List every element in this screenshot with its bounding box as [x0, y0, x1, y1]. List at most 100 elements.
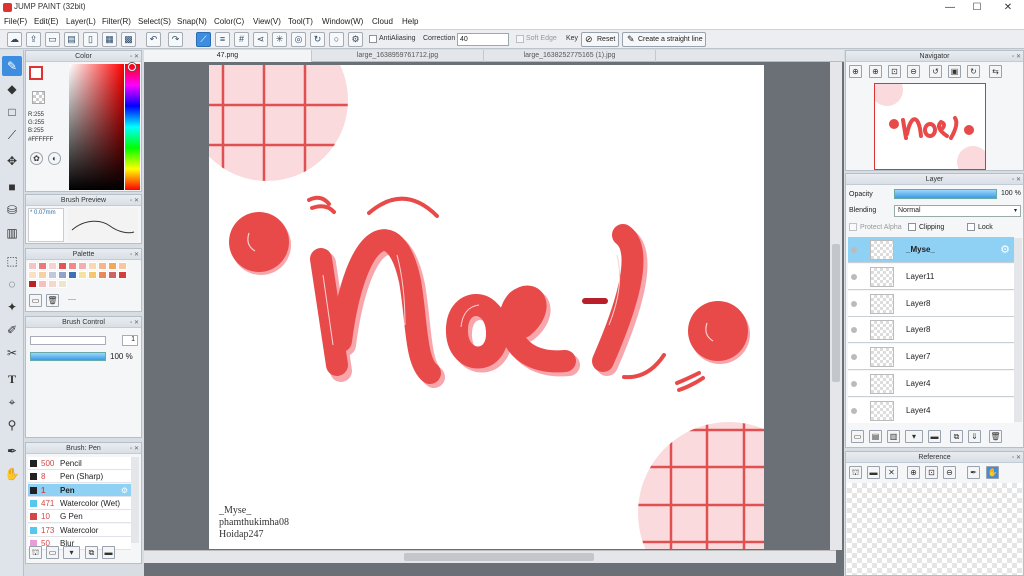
brush-folder-icon[interactable]: ▬: [102, 546, 115, 559]
brush-item[interactable]: 10 G Pen: [28, 510, 131, 524]
palette-swatch[interactable]: [108, 262, 117, 270]
hue-handle[interactable]: [128, 63, 136, 71]
snap-ellipse-icon[interactable]: ○: [329, 32, 344, 47]
merge-layer-icon[interactable]: ⇓: [968, 430, 981, 443]
brush-item[interactable]: 8 Pen (Sharp): [28, 470, 131, 484]
visibility-icon[interactable]: [851, 247, 857, 253]
brush-opacity-slider[interactable]: [30, 352, 106, 361]
rotate-right-icon[interactable]: ↻: [967, 65, 980, 78]
brush-tool-icon[interactable]: ✎: [2, 56, 22, 76]
layer-row[interactable]: Layer7: [848, 344, 1014, 371]
zoom-actual-icon[interactable]: ⊡: [888, 65, 901, 78]
new-file-icon[interactable]: ▭: [45, 32, 60, 47]
lasso-tool-icon[interactable]: ◌: [2, 274, 22, 294]
bucket-tool-icon[interactable]: ⛁: [2, 200, 22, 220]
reference-close-icon[interactable]: ✕: [885, 466, 898, 479]
straight-line-button[interactable]: ✎ Create a straight line: [622, 32, 706, 47]
brush-menu-icon[interactable]: ▾: [63, 546, 80, 559]
palette-swatch[interactable]: [28, 271, 37, 279]
menu-layer[interactable]: Layer(L): [66, 17, 96, 26]
palette-swatch[interactable]: [28, 280, 37, 288]
palette-swatch[interactable]: [78, 271, 87, 279]
palette-swatch[interactable]: [28, 262, 37, 270]
visibility-icon[interactable]: [851, 354, 857, 361]
rotate-left-icon[interactable]: ↺: [929, 65, 942, 78]
brush-new-icon[interactable]: ▭: [46, 546, 59, 559]
layer-row[interactable]: Layer11: [848, 263, 1014, 290]
transparent-swatch[interactable]: [32, 91, 45, 104]
layer-row[interactable]: Layer4: [848, 371, 1014, 397]
correction-input[interactable]: 40: [457, 33, 509, 46]
palette-swatch[interactable]: [88, 262, 97, 270]
text-tool-icon[interactable]: T: [2, 369, 22, 389]
brush-item[interactable]: 471 Watercolor (Wet): [28, 496, 131, 510]
menu-color[interactable]: Color(C): [214, 17, 244, 26]
dropper-tool-icon[interactable]: ⚲: [2, 415, 22, 435]
grid-settings-icon[interactable]: ▩: [121, 32, 136, 47]
export-icon[interactable]: ⇪: [26, 32, 41, 47]
color-wheel-icon[interactable]: ✿: [30, 152, 43, 165]
maximize-button[interactable]: ☐: [962, 0, 992, 15]
layer-settings-icon[interactable]: ⚙: [1000, 243, 1010, 256]
hand-tool-icon[interactable]: ✋: [2, 464, 22, 484]
menu-tool[interactable]: Tool(T): [288, 17, 313, 26]
horizontal-scroll-thumb[interactable]: [404, 553, 594, 561]
palette-swatch[interactable]: [118, 271, 127, 279]
new-layer-8bit-icon[interactable]: ▥: [887, 430, 900, 443]
reference-zoom-in-icon[interactable]: ⊕: [907, 466, 920, 479]
blending-select[interactable]: Normal ▾: [894, 205, 1021, 217]
new-layer-1bit-icon[interactable]: ▤: [869, 430, 882, 443]
menu-help[interactable]: Help: [402, 17, 418, 26]
reference-hand-icon[interactable]: ✋: [986, 466, 999, 479]
menu-window[interactable]: Window(W): [322, 17, 363, 26]
duplicate-layer-icon[interactable]: ⧉: [950, 430, 963, 443]
palette-swatch[interactable]: [108, 271, 117, 279]
visibility-icon[interactable]: [851, 407, 857, 414]
color-set-icon[interactable]: ◐: [48, 152, 61, 165]
close-button[interactable]: ✕: [993, 0, 1023, 15]
clipping-checkbox[interactable]: [908, 223, 916, 231]
palette-swatch[interactable]: [48, 271, 57, 279]
palette-swatch[interactable]: [58, 280, 67, 288]
brush-size-input[interactable]: 1: [122, 335, 138, 346]
gradient-tool-icon[interactable]: ▥: [2, 223, 22, 243]
line-tool-icon[interactable]: ⟋: [2, 125, 22, 145]
palette-swatch[interactable]: [58, 271, 67, 279]
canvas-vertical-scrollbar[interactable]: [830, 62, 842, 550]
foreground-color-swatch[interactable]: [29, 66, 43, 80]
menu-edit[interactable]: Edit(E): [34, 17, 58, 26]
document-icon[interactable]: ▦: [102, 32, 117, 47]
soft-edge-checkbox[interactable]: [516, 35, 524, 43]
magic-wand-icon[interactable]: ✦: [2, 297, 22, 317]
menu-cloud[interactable]: Cloud: [372, 17, 393, 26]
antialiasing-checkbox[interactable]: [369, 35, 377, 43]
layer-list-scrollbar[interactable]: [1014, 238, 1022, 422]
visibility-icon[interactable]: [851, 327, 857, 334]
brush-list-scrollbar[interactable]: [131, 457, 139, 543]
drawing-canvas[interactable]: _Myse_ phamthukimha08 Hoidap247: [209, 65, 764, 549]
tab-large-1638252775165[interactable]: large_1638252775165 (1).jpg: [484, 50, 656, 62]
select-eraser-icon[interactable]: ✂: [2, 343, 22, 363]
layer-row[interactable]: Layer4: [848, 397, 1014, 423]
cloud-icon[interactable]: ☁: [7, 32, 22, 47]
reference-view[interactable]: [847, 483, 1022, 575]
palette-swatch[interactable]: [118, 262, 127, 270]
vertical-scroll-thumb[interactable]: [832, 244, 840, 382]
palette-swatch[interactable]: [38, 271, 47, 279]
undo-icon[interactable]: ↶: [146, 32, 161, 47]
menu-view[interactable]: View(V): [253, 17, 281, 26]
palette-swatch[interactable]: [38, 262, 47, 270]
menu-snap[interactable]: Snap(N): [177, 17, 207, 26]
menu-file[interactable]: File(F): [4, 17, 27, 26]
layer-row[interactable]: Layer8: [848, 317, 1014, 344]
zoom-in-icon[interactable]: ⊕: [869, 65, 882, 78]
operation-tool-icon[interactable]: ⌖: [2, 392, 22, 412]
delete-layer-icon[interactable]: 🗑: [989, 430, 1002, 443]
snap-curve-icon[interactable]: ↻: [310, 32, 325, 47]
redo-icon[interactable]: ↷: [168, 32, 183, 47]
reference-fit-icon[interactable]: ⊡: [925, 466, 938, 479]
zoom-out-icon[interactable]: ⊖: [907, 65, 920, 78]
fill-rect-tool-icon[interactable]: ■: [2, 177, 22, 197]
reference-add-icon[interactable]: ⛫: [849, 466, 862, 479]
reset-button[interactable]: ⊘ Reset: [581, 32, 619, 47]
